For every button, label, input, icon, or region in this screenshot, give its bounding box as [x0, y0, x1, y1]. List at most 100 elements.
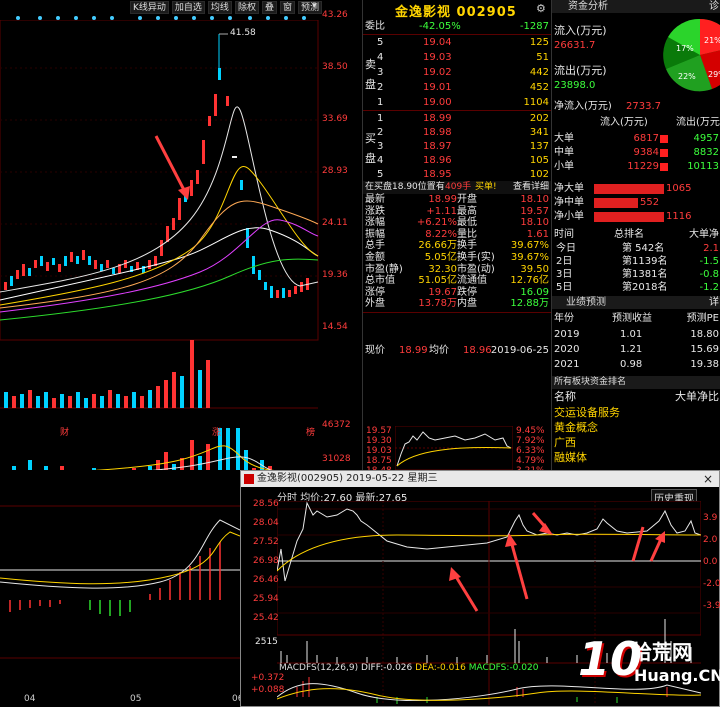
macd-value: -0.020 [509, 663, 539, 673]
forecast-year: 2021 [554, 359, 580, 370]
date-axis: 04 05 06 [0, 694, 243, 706]
price-tick: 38.50 [322, 62, 348, 72]
sell-volume: 51 [536, 52, 549, 63]
popup-price-tick: 28.04 [253, 518, 279, 528]
outflow-label: 流出(万元) [554, 64, 607, 77]
watermark-domain: Huang.CN [634, 666, 720, 685]
rank-row[interactable]: 3日 第1381名 -0.8 [552, 268, 720, 281]
stat-value: 13.78万 [418, 298, 457, 310]
buy-level-row[interactable]: 1 18.99 202 [363, 112, 551, 125]
pie-label-0: 17% [676, 44, 694, 53]
stat-label: 最高 [457, 205, 477, 217]
stat-value: 5.05亿 [424, 252, 457, 263]
stat-label: 市盈(静) [365, 263, 403, 275]
stat-value: 19.67 [428, 286, 457, 298]
toolbar-item-2[interactable]: 均线 [207, 1, 232, 14]
stat-label: 总市值 [365, 275, 395, 287]
macd-indicator-name: MACDFS(12,26,9) [279, 663, 359, 673]
kline-chart[interactable] [0, 20, 362, 470]
buy-notice-row: 在买盘18.90位置有 409手 买单! 查看详细 [363, 181, 551, 194]
toolbar-item-6[interactable]: 预测 [297, 1, 322, 14]
netflow-value: 2733.7 [626, 101, 661, 112]
stat-label: 总手 [365, 240, 385, 252]
sell-level: 4 [377, 52, 384, 63]
buy-notice-button[interactable]: 买单! [475, 181, 497, 194]
popup-pct-tick: 0.0 [703, 557, 718, 567]
rank-total: 第1381名 [622, 269, 668, 280]
stat-value: 26.66万 [418, 240, 457, 252]
watermark-logo: 10 拾荒网 Huang.CN [578, 632, 720, 704]
sell-level-row[interactable]: 3 19.02 442 [363, 66, 551, 79]
toolbar-item-1[interactable]: 加自选 [171, 1, 205, 14]
quote-date: 2019-06-25 [490, 345, 549, 356]
stat-value: 1.61 [526, 228, 549, 240]
forecast-header: 业绩预测 详 [552, 296, 720, 309]
board-row[interactable]: 广西 [552, 436, 720, 449]
buy-level-row[interactable]: 2 18.98 341 [363, 126, 551, 139]
rank-time: 5日 [556, 282, 573, 293]
stat-label: 跌停 [457, 286, 477, 298]
net-row: 净中单 552 [552, 196, 720, 209]
popup-close-icon[interactable]: × [703, 472, 713, 486]
board-row[interactable]: 黄金概念 [552, 421, 720, 434]
rank-value: -0.8 [699, 269, 719, 280]
rank-row[interactable]: 5日 第2018名 -1.2 [552, 281, 720, 294]
event-marker[interactable]: 涨 [212, 425, 221, 438]
sell-price: 19.03 [423, 52, 452, 63]
buy-level-row[interactable]: 4 18.96 105 [363, 154, 551, 167]
popup-macd-tick: +0.088 [251, 685, 285, 695]
detail-button[interactable]: 查看详细 [513, 181, 549, 194]
popup-pct-tick: 2.0 [703, 535, 718, 545]
sell-volume: 125 [529, 37, 549, 48]
net-name: 净大单 [554, 183, 584, 194]
popup-volume-label: 2515 [255, 637, 278, 647]
fund-pie-chart[interactable]: 17% 21% 22% 29% [660, 15, 720, 95]
stats-divider [363, 312, 551, 313]
rank-row[interactable]: 2日 第1139名 -1.5 [552, 255, 720, 268]
forecast-detail-button[interactable]: 详 [709, 296, 719, 309]
dea-label: DEA: [415, 663, 437, 673]
pie-label-1: 21% [704, 36, 720, 45]
forecast-col-row: 年份 预测收益 预测PE [552, 312, 720, 325]
rank-total: 第1139名 [622, 256, 668, 267]
sell-level-row[interactable]: 4 19.03 51 [363, 51, 551, 64]
stat-value: 12.88万 [510, 298, 549, 310]
board-row[interactable]: 融媒体 [552, 451, 720, 464]
toolbar-item-3[interactable]: 除权 [234, 1, 259, 14]
buy-level-row[interactable]: 3 18.97 137 [363, 140, 551, 153]
sell-level-row[interactable]: 2 19.01 452 [363, 81, 551, 94]
toolbar-item-5[interactable]: 窗 [279, 1, 295, 14]
board-row[interactable]: 交运设备服务 [552, 406, 720, 419]
sell-level-row[interactable]: 5 19.04 125 [363, 36, 551, 49]
buy-volume: 105 [529, 155, 549, 166]
stat-value: 39.67% [510, 252, 549, 263]
mini-price-tick: 19.57 [366, 426, 392, 436]
rank-row[interactable]: 今日 第 542名 2.1 [552, 242, 720, 255]
buy-volume: 341 [529, 127, 549, 138]
event-marker[interactable]: 财 [60, 425, 69, 438]
fund-header: 资金分析 诊 [552, 0, 720, 13]
chart-toolbar: K线异动 加自选 均线 除权叠窗预测 [130, 1, 322, 14]
fund-diagnose-button[interactable]: 诊 [709, 0, 719, 13]
flow-header: 流入(万元) 流出(万元) [552, 116, 720, 129]
toolbar-dropdown-icon[interactable]: ▾ [312, 1, 317, 11]
board-header-title: 所有板块资金排名 [554, 377, 627, 387]
flow-name: 小单 [554, 161, 574, 172]
sell-level: 5 [377, 37, 384, 48]
sell-level-row[interactable]: 1 19.00 1104 [363, 96, 551, 109]
buy-level-row[interactable]: 5 18.95 102 [363, 168, 551, 181]
stat-row: 金额 5.05亿 换手(实) 39.67% [363, 252, 551, 264]
popup-price-tick: 27.52 [253, 537, 279, 547]
toolbar-item-0[interactable]: K线异动 [130, 1, 169, 14]
popup-pct-tick: -2.0 [703, 579, 720, 589]
stat-value: 8.22% [425, 228, 457, 240]
mini-intraday-chart[interactable] [395, 426, 513, 470]
event-marker[interactable]: 榜 [306, 425, 315, 438]
price-tick: 24.11 [322, 218, 348, 228]
rank-total: 第2018名 [622, 282, 668, 293]
avg-label: 均价 [429, 345, 449, 356]
stat-value: 18.10 [520, 217, 549, 229]
sell-price: 19.04 [423, 37, 452, 48]
sell-volume: 442 [529, 67, 549, 78]
toolbar-item-4[interactable]: 叠 [261, 1, 277, 14]
